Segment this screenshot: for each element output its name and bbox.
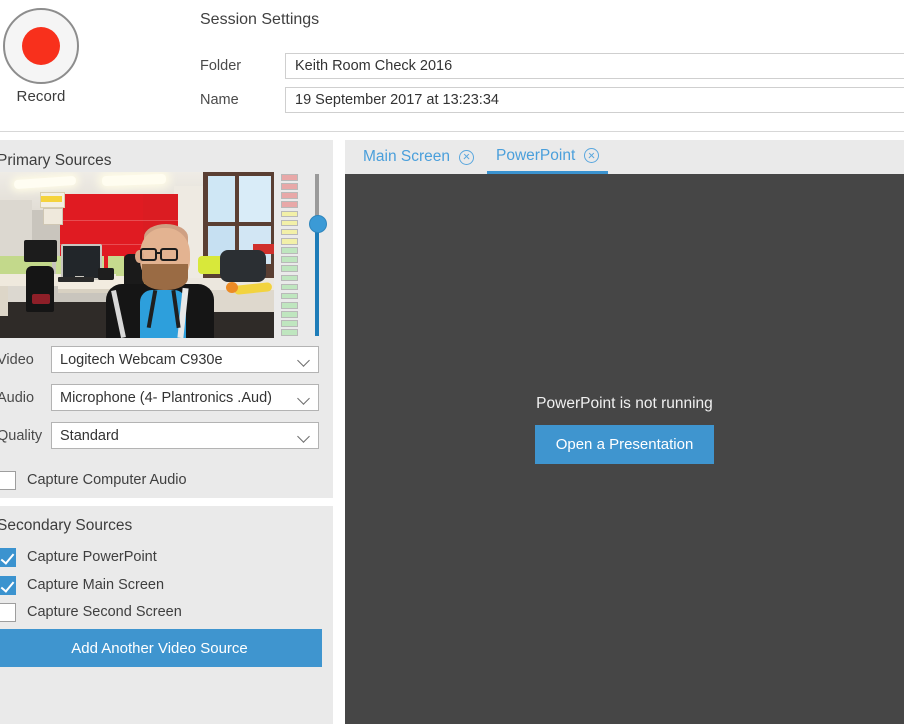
chevron-down-icon <box>299 432 309 442</box>
audio-meter-segment <box>281 228 298 236</box>
audio-meter-segment <box>281 274 298 282</box>
capture-computer-audio-checkbox[interactable] <box>0 470 16 490</box>
quality-select[interactable]: Standard <box>51 422 319 449</box>
stage-status-message: PowerPoint is not running <box>536 394 713 412</box>
desk-leg <box>0 286 8 316</box>
audio-meter-segment <box>281 247 298 254</box>
wall-box <box>43 208 63 225</box>
monitor <box>61 244 102 280</box>
audio-meter-segment <box>281 210 298 218</box>
window-pane <box>208 176 235 222</box>
audio-source-row: Audio Microphone (4- Plantronics .Aud) <box>0 384 319 411</box>
audio-meter-segment <box>281 301 298 309</box>
capture-main-screen-label: Capture Main Screen <box>27 577 165 593</box>
audio-meter-segment <box>281 311 298 318</box>
audio-source-select[interactable]: Microphone (4- Plantronics .Aud) <box>51 384 319 411</box>
audio-meter-segment <box>281 174 298 181</box>
audio-meter-segment <box>281 292 298 300</box>
glasses-icon <box>140 248 157 261</box>
capture-second-screen-row[interactable]: Capture Second Screen <box>0 601 182 623</box>
preview-panel: Main Screen PowerPoint PowerPoint is not… <box>345 140 904 724</box>
quality-value: Standard <box>60 427 119 444</box>
desk-phone <box>98 268 114 280</box>
audio-meter-segment <box>281 329 298 336</box>
video-source-select[interactable]: Logitech Webcam C930e <box>51 346 319 373</box>
folder-field-label: Folder <box>200 58 242 74</box>
audio-source-label: Audio <box>0 389 35 406</box>
audio-meter-segment <box>281 237 298 245</box>
audio-meter-segment <box>281 192 298 199</box>
chevron-down-icon <box>299 356 309 366</box>
glasses-icon <box>160 248 178 261</box>
record-dot-icon <box>22 27 60 65</box>
folder-input[interactable] <box>285 53 904 79</box>
folder-field-row: Folder <box>200 53 904 79</box>
office-chair <box>26 266 54 312</box>
backpack <box>220 250 266 282</box>
audio-meter-segment <box>281 283 298 291</box>
capture-main-screen-row[interactable]: Capture Main Screen <box>0 574 164 596</box>
slider-track-active <box>315 222 319 336</box>
monitor <box>24 240 57 262</box>
capture-powerpoint-row[interactable]: Capture PowerPoint <box>0 546 157 568</box>
preview-stage: PowerPoint is not running Open a Present… <box>345 174 904 724</box>
stage-content: PowerPoint is not running Open a Present… <box>534 394 715 464</box>
add-another-video-source-button[interactable]: Add Another Video Source <box>0 629 322 667</box>
webcam-preview[interactable] <box>0 172 274 338</box>
keyboard <box>58 277 94 282</box>
record-button-label: Record <box>16 88 66 105</box>
video-source-value: Logitech Webcam C930e <box>60 351 223 368</box>
secondary-sources-title: Secondary Sources <box>0 517 133 534</box>
record-button[interactable]: Record <box>0 8 83 105</box>
quality-row: Quality Standard <box>0 422 319 449</box>
tab-powerpoint-label: PowerPoint <box>496 146 576 164</box>
glasses-bridge <box>156 252 162 254</box>
preview-tabbar: Main Screen PowerPoint <box>345 140 904 174</box>
open-presentation-button[interactable]: Open a Presentation <box>534 424 715 464</box>
person-beard <box>142 264 188 290</box>
video-source-label: Video <box>0 351 34 368</box>
audio-meter-segment <box>281 320 298 327</box>
capture-powerpoint-checkbox[interactable] <box>0 547 16 567</box>
sources-panel: Primary Sources Video Logitech Webcam C9… <box>0 140 333 724</box>
tab-main-screen-label: Main Screen <box>363 148 451 165</box>
app-header: Record Session Settings Folder Name <box>0 0 904 132</box>
audio-meter-segment <box>281 183 298 190</box>
capture-powerpoint-label: Capture PowerPoint <box>27 549 157 565</box>
office-chair-seat <box>32 294 50 304</box>
orange-fruit <box>226 282 238 293</box>
audio-source-value: Microphone (4- Plantronics .Aud) <box>60 389 272 406</box>
audio-meter-segment <box>281 265 298 272</box>
primary-sources-title: Primary Sources <box>0 152 112 169</box>
close-icon[interactable] <box>459 149 475 165</box>
panel-divider <box>0 498 333 506</box>
close-icon[interactable] <box>584 148 600 163</box>
wall-notice-highlight <box>41 196 62 202</box>
audio-meter-segment <box>281 256 298 263</box>
record-icon[interactable] <box>3 8 79 84</box>
primary-source-preview-row <box>0 172 333 338</box>
name-field-label: Name <box>200 92 239 108</box>
name-input[interactable] <box>285 87 904 113</box>
capture-second-screen-checkbox[interactable] <box>0 602 16 622</box>
tab-powerpoint[interactable]: PowerPoint <box>487 140 609 174</box>
capture-main-screen-checkbox[interactable] <box>0 575 16 595</box>
tab-main-screen[interactable]: Main Screen <box>354 140 483 174</box>
audio-level-meter <box>281 174 298 336</box>
session-settings-title: Session Settings <box>200 11 320 28</box>
volume-slider[interactable] <box>306 172 328 338</box>
capture-computer-audio-label: Capture Computer Audio <box>27 472 187 488</box>
video-source-row: Video Logitech Webcam C930e <box>0 346 319 373</box>
capture-computer-audio-row[interactable]: Capture Computer Audio <box>0 469 187 491</box>
window-pane <box>239 176 271 222</box>
audio-meter-segment <box>281 219 298 227</box>
wall-brick-line <box>60 220 178 221</box>
quality-label: Quality <box>0 427 43 444</box>
name-field-row: Name <box>200 87 904 113</box>
audio-meter-segment <box>281 201 298 209</box>
capture-second-screen-label: Capture Second Screen <box>27 604 182 620</box>
chevron-down-icon <box>299 394 309 404</box>
slider-thumb[interactable] <box>309 215 327 233</box>
